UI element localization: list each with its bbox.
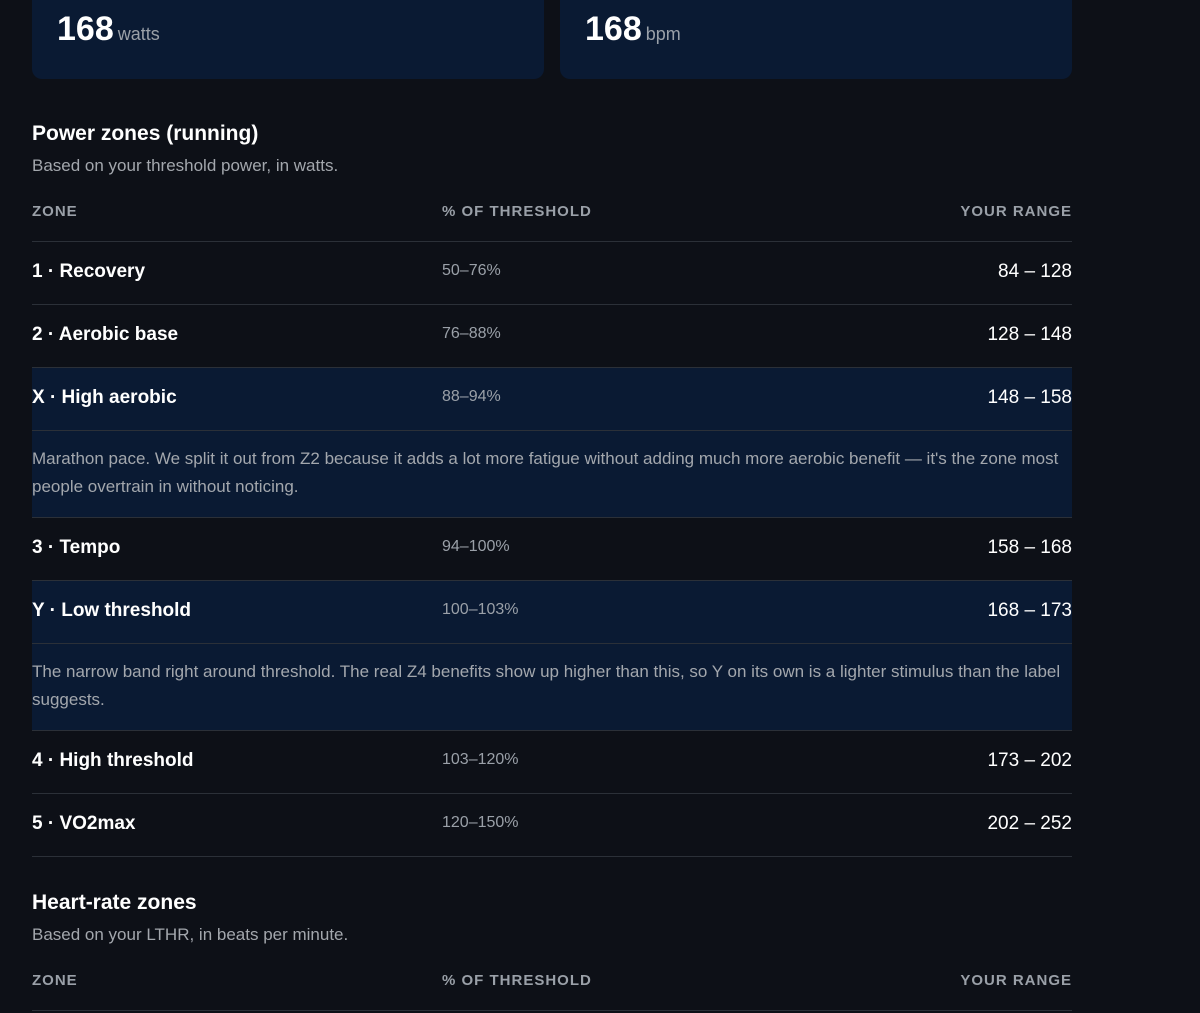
header-your-range: YOUR RANGE xyxy=(960,972,1072,989)
zone-y-note: The narrow band right around threshold. … xyxy=(32,644,1072,731)
hr-zones-subtitle: Based on your LTHR, in beats per minute. xyxy=(32,925,349,944)
threshold-power-unit: watts xyxy=(117,24,160,44)
zone-range: 158 – 168 xyxy=(987,537,1072,558)
zone-name: 2 · Aerobic base xyxy=(32,324,179,345)
zone-row-5: 5 · VO2max 120–150% 202 – 252 xyxy=(32,794,1072,857)
zone-range: 84 – 128 xyxy=(998,261,1072,282)
zone-name: 5 · VO2max xyxy=(32,813,136,834)
threshold-power-value: 168 watts xyxy=(57,10,160,48)
zone-x-note: Marathon pace. We split it out from Z2 b… xyxy=(32,431,1072,518)
zone-range: 173 – 202 xyxy=(987,750,1072,771)
zone-pct: 88–94% xyxy=(442,388,501,405)
heart-rate-zones-section: Heart-rate zones Based on your LTHR, in … xyxy=(32,889,1072,1011)
zone-range: 128 – 148 xyxy=(987,324,1072,345)
header-zone: ZONE xyxy=(32,203,78,220)
zone-pct: 50–76% xyxy=(442,262,501,279)
zone-row-4: 4 · High threshold 103–120% 173 – 202 xyxy=(32,731,1072,794)
zone-row-1: 1 · Recovery 50–76% 84 – 128 xyxy=(32,242,1072,305)
power-zones-subtitle: Based on your threshold power, in watts. xyxy=(32,156,339,175)
header-zone: ZONE xyxy=(32,972,78,989)
header-pct-threshold: % OF THRESHOLD xyxy=(442,972,592,989)
zone-pct: 94–100% xyxy=(442,538,510,555)
zone-range: 168 – 173 xyxy=(987,600,1072,621)
power-zones-title: Power zones (running) xyxy=(32,122,259,145)
zone-name: 3 · Tempo xyxy=(32,537,121,558)
zone-name: X · High aerobic xyxy=(32,387,177,408)
zone-row-3: 3 · Tempo 94–100% 158 – 168 xyxy=(32,518,1072,581)
lthr-card: 168 bpm xyxy=(560,0,1072,79)
zone-name: 4 · High threshold xyxy=(32,750,194,771)
power-zones-table-header: ZONE % OF THRESHOLD YOUR RANGE xyxy=(32,191,1072,242)
zone-name: 1 · Recovery xyxy=(32,261,146,282)
zone-row-x: X · High aerobic 88–94% 148 – 158 xyxy=(32,368,1072,431)
hr-zones-table-header: ZONE % OF THRESHOLD YOUR RANGE xyxy=(32,960,1072,1011)
zone-row-y: Y · Low threshold 100–103% 168 – 173 xyxy=(32,581,1072,644)
lthr-value: 168 bpm xyxy=(585,10,681,48)
zone-range: 148 – 158 xyxy=(987,387,1072,408)
zone-name: Y · Low threshold xyxy=(32,600,192,621)
zone-pct: 103–120% xyxy=(442,751,519,768)
zones-page: 168 watts 168 bpm Power zones (running) Ba… xyxy=(0,0,1200,1013)
header-pct-threshold: % OF THRESHOLD xyxy=(442,203,592,220)
zone-pct: 100–103% xyxy=(442,601,519,618)
zone-pct: 120–150% xyxy=(442,814,519,831)
zone-range: 202 – 252 xyxy=(987,813,1072,834)
hr-zones-title: Heart-rate zones xyxy=(32,891,197,914)
lthr-unit: bpm xyxy=(645,24,681,44)
threshold-power-card: 168 watts xyxy=(32,0,544,79)
header-your-range: YOUR RANGE xyxy=(960,203,1072,220)
zone-row-2: 2 · Aerobic base 76–88% 128 – 148 xyxy=(32,305,1072,368)
power-zones-section: Power zones (running) Based on your thre… xyxy=(32,120,1072,857)
zone-pct: 76–88% xyxy=(442,325,501,342)
